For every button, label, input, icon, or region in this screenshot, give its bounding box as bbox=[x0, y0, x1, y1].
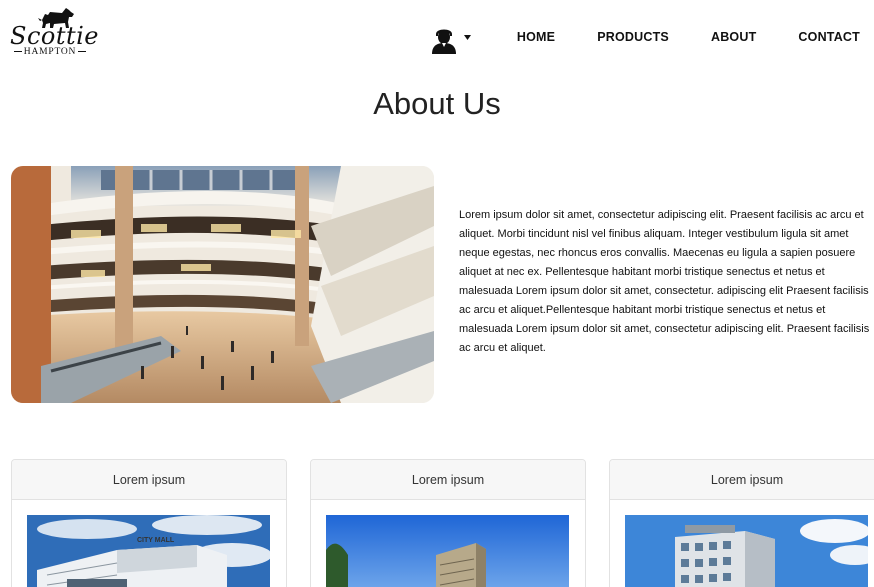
logo-script-text: Scottie bbox=[10, 22, 99, 50]
city-mall-sign: CITY MALL bbox=[137, 537, 175, 544]
user-icon bbox=[432, 29, 456, 54]
nav-contact-link[interactable]: CONTACT bbox=[798, 30, 860, 44]
city-mall-building-image: CITY MALL bbox=[27, 515, 270, 587]
nav-home-link[interactable]: HOME bbox=[517, 30, 555, 44]
user-menu-button[interactable] bbox=[430, 26, 476, 54]
office-building-image bbox=[625, 515, 868, 587]
card-header: Lorem ipsum bbox=[311, 460, 585, 500]
page: Scottie HAMPTON HOME PRODUCTS ABOUT CONT… bbox=[0, 0, 874, 587]
mall-atrium-image bbox=[11, 166, 434, 403]
page-title: About Us bbox=[373, 86, 501, 121]
card-header: Lorem ipsum bbox=[12, 460, 286, 500]
nav-about-link[interactable]: ABOUT bbox=[711, 30, 756, 44]
card-header: Lorem ipsum bbox=[610, 460, 874, 500]
brand-logo[interactable]: Scottie HAMPTON bbox=[10, 6, 99, 58]
card: Lorem ipsum bbox=[609, 459, 874, 587]
card: Lorem ipsum CITY MALL bbox=[11, 459, 287, 587]
card: Lorem ipsum bbox=[310, 459, 586, 587]
about-paragraph: Lorem ipsum dolor sit amet, consectetur … bbox=[459, 209, 870, 354]
modern-building-image bbox=[326, 515, 569, 587]
logo-sub-text: HAMPTON bbox=[10, 47, 90, 57]
navbar: Scottie HAMPTON HOME PRODUCTS ABOUT CONT… bbox=[0, 0, 874, 78]
nav-links: HOME PRODUCTS ABOUT CONTACT bbox=[475, 30, 860, 44]
caret-down-icon bbox=[464, 35, 471, 40]
nav-products-link[interactable]: PRODUCTS bbox=[597, 30, 669, 44]
